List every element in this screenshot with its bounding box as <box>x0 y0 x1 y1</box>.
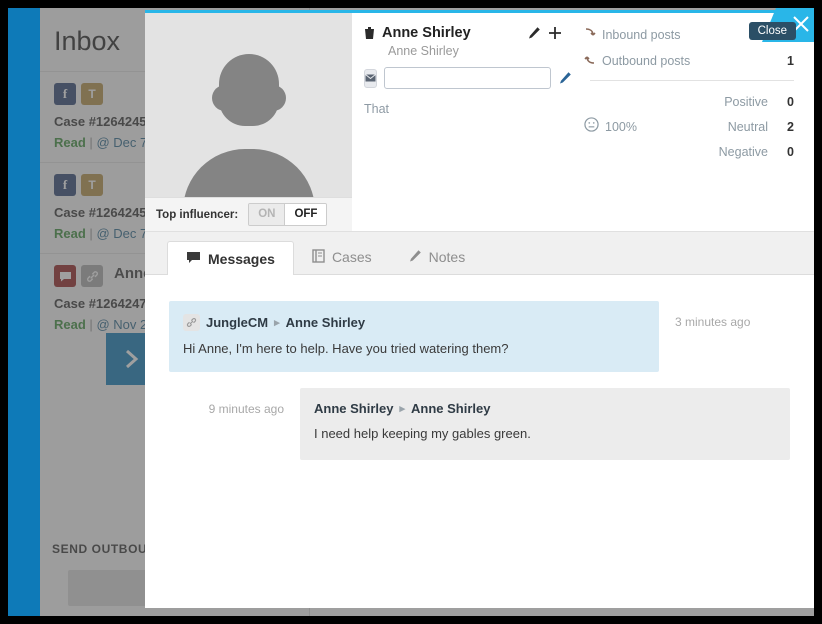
contact-note: That <box>364 102 390 116</box>
avatar-head <box>218 54 279 126</box>
email-field[interactable] <box>384 67 551 89</box>
avatar-body <box>182 149 315 197</box>
contact-detail-modal: Top influencer: ON OFF Anne Shirley Anne… <box>145 10 814 608</box>
sentiment-section: 100% Positive 0 Neutral 2 Negative 0 <box>584 95 794 170</box>
message-header: Anne Shirley ▸ Anne Shirley <box>314 401 774 416</box>
contact-header: Anne Shirley <box>364 25 562 41</box>
pencil-icon[interactable] <box>558 71 572 85</box>
user-placeholder-avatar-icon <box>145 13 352 197</box>
toggle-on-option[interactable]: ON <box>249 204 285 225</box>
outbound-arrow-icon <box>584 53 602 68</box>
message-timestamp: 9 minutes ago <box>208 402 284 416</box>
tab-cases[interactable]: Cases <box>294 240 390 274</box>
speech-bubble-icon <box>186 251 201 267</box>
book-icon <box>312 248 325 266</box>
arrow-icon: ▸ <box>274 317 280 329</box>
stat-label: Outbound posts <box>602 53 691 68</box>
close-tooltip: Close <box>748 22 796 40</box>
sentiment-percent: 100% <box>605 120 637 134</box>
tab-label: Cases <box>331 249 372 265</box>
sentiment-value: 2 <box>787 120 794 134</box>
message-from: Anne Shirley <box>314 401 394 416</box>
trash-icon[interactable] <box>364 26 375 40</box>
message-row-outbound: 9 minutes ago Anne Shirley ▸ Anne Shirle… <box>169 388 790 460</box>
message-header: JungleCM ▸ Anne Shirley <box>183 314 643 331</box>
contact-detail-column: Anne Shirley Anne Shirley That <box>352 13 572 231</box>
avatar-column: Top influencer: ON OFF <box>145 13 352 231</box>
sentiment-row-neutral: Neutral 2 <box>719 120 794 134</box>
contact-name: Anne Shirley <box>382 25 471 41</box>
stat-outbound-posts: Outbound posts 1 <box>584 53 794 68</box>
top-influencer-label: Top influencer: <box>156 208 239 221</box>
message-from: JungleCM <box>206 315 269 330</box>
top-influencer-control: Top influencer: ON OFF <box>145 197 352 231</box>
sentiment-row-negative: Negative 0 <box>719 145 794 159</box>
link-icon <box>183 314 200 331</box>
tab-label: Messages <box>208 250 275 267</box>
sentiment-label: Positive <box>724 95 768 109</box>
stats-column: Inbound posts 2 Outbound posts 1 <box>572 13 814 231</box>
sentiment-label: Neutral <box>727 120 768 134</box>
tab-notes[interactable]: Notes <box>390 240 484 274</box>
pencil-icon[interactable] <box>527 26 541 40</box>
stats-divider <box>590 80 794 81</box>
envelope-icon[interactable] <box>364 68 377 88</box>
contact-subname: Anne Shirley <box>388 44 459 58</box>
stat-value: 1 <box>787 53 794 68</box>
page-root: 3 Inbox f T Case #1264245438 Read | @ De… <box>0 0 822 624</box>
sentiment-breakdown: Positive 0 Neutral 2 Negative 0 <box>719 95 794 170</box>
email-row <box>364 67 571 89</box>
sentiment-label: Negative <box>718 145 768 159</box>
top-influencer-toggle[interactable]: ON OFF <box>248 203 328 226</box>
tab-label: Notes <box>428 249 466 265</box>
inbound-arrow-icon <box>584 27 602 42</box>
pencil-icon <box>408 249 422 266</box>
arrow-icon: ▸ <box>399 403 405 415</box>
neutral-face-icon <box>584 117 599 137</box>
message-body: I need help keeping my gables green. <box>314 426 531 441</box>
message-to: Anne Shirley <box>285 315 366 330</box>
message-row-inbound: JungleCM ▸ Anne Shirley Hi Anne, I'm her… <box>169 301 790 372</box>
toggle-off-option[interactable]: OFF <box>284 204 327 225</box>
sentiment-summary: 100% <box>584 95 719 137</box>
message-body: Hi Anne, I'm here to help. Have you trie… <box>183 341 509 356</box>
message-bubble[interactable]: JungleCM ▸ Anne Shirley Hi Anne, I'm her… <box>169 301 659 372</box>
tab-messages[interactable]: Messages <box>167 241 294 275</box>
message-bubble[interactable]: Anne Shirley ▸ Anne Shirley I need help … <box>300 388 790 460</box>
sentiment-row-positive: Positive 0 <box>719 95 794 109</box>
message-timestamp: 3 minutes ago <box>675 315 751 329</box>
messages-list: JungleCM ▸ Anne Shirley Hi Anne, I'm her… <box>145 275 814 608</box>
modal-top-section: Top influencer: ON OFF Anne Shirley Anne… <box>145 13 814 231</box>
plus-icon[interactable] <box>548 26 562 40</box>
sentiment-value: 0 <box>787 145 794 159</box>
rail-overlay-strip <box>8 8 40 616</box>
sentiment-value: 0 <box>787 95 794 109</box>
message-to: Anne Shirley <box>411 401 491 416</box>
modal-tabs: Messages Cases Notes <box>145 231 814 275</box>
